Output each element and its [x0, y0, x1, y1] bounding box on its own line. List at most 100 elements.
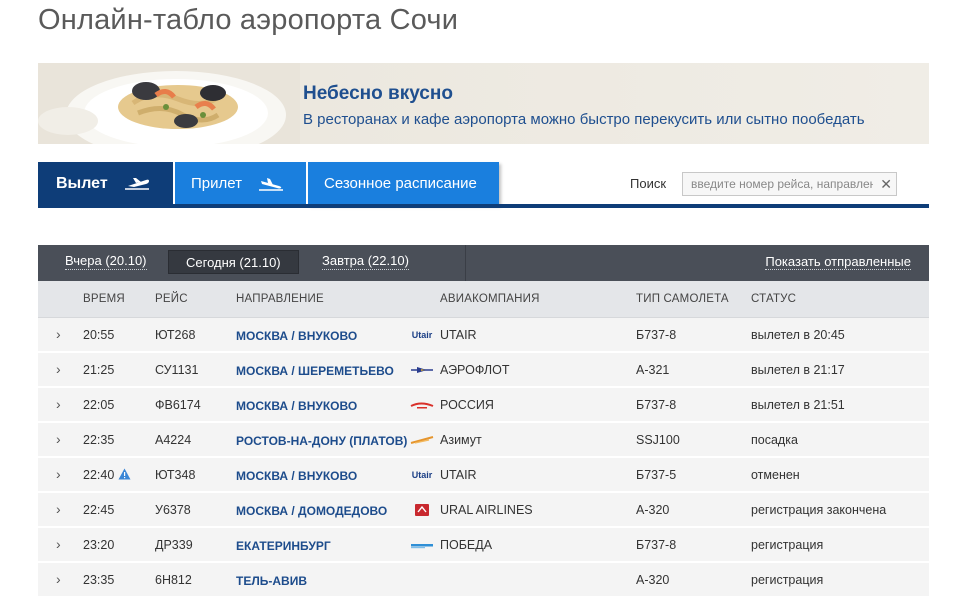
tab-seasonal-schedule[interactable]: Сезонное расписание — [308, 162, 499, 205]
banner-text: В ресторанах и кафе аэропорта можно быст… — [303, 111, 865, 128]
show-departed-link[interactable]: Показать отправленные — [765, 254, 911, 270]
flight-number: СУ1131 — [155, 363, 199, 377]
expand-chevron-icon[interactable]: › — [56, 361, 61, 377]
tab-arrival[interactable]: Прилет — [175, 162, 306, 205]
flight-destination[interactable]: МОСКВА / ДОМОДЕДОВО — [236, 504, 387, 518]
flight-plane-type: Б737-8 — [636, 398, 677, 412]
food-plate-image — [38, 63, 300, 144]
aeroflot-logo-icon — [408, 362, 436, 378]
flight-row[interactable]: › 22:05 ФВ6174 МОСКВА / ВНУКОВО РОССИЯ Б737-8… — [38, 388, 929, 423]
utair-logo-icon: Utair — [408, 327, 436, 343]
warning-icon[interactable] — [118, 468, 131, 483]
day-selector: Вчера (20.10) Сегодня (21.10) Завтра (22… — [38, 245, 929, 281]
flight-destination[interactable]: МОСКВА / ВНУКОВО — [236, 399, 357, 413]
flight-number: А4224 — [155, 433, 192, 447]
expand-chevron-icon[interactable]: › — [56, 326, 61, 342]
flight-status: отменен — [751, 468, 800, 482]
plane-takeoff-icon — [124, 177, 150, 191]
flight-status: вылетел в 20:45 — [751, 328, 845, 342]
flight-time: 21:25 — [83, 363, 115, 377]
flight-number: ЮТ268 — [155, 328, 196, 342]
flight-plane-type: SSJ100 — [636, 433, 680, 447]
column-header-destination: НАПРАВЛЕНИЕ — [236, 293, 324, 305]
column-header-airline: АВИАКОМПАНИЯ — [440, 293, 540, 305]
utair-logo-icon: Utair — [408, 467, 436, 483]
flight-number: ФВ6174 — [155, 398, 201, 412]
flight-plane-type: А-321 — [636, 363, 670, 377]
flight-destination[interactable]: МОСКВА / ВНУКОВО — [236, 329, 357, 343]
flight-row[interactable]: › 21:25 СУ1131 МОСКВА / ШЕРЕМЕТЬЕВО АЭРОФЛОТ… — [38, 353, 929, 388]
flight-airline: АЭРОФЛОТ — [440, 363, 510, 377]
flight-number: У6378 — [155, 503, 191, 517]
flight-number: 6Н812 — [155, 573, 192, 587]
flight-row[interactable]: › 22:35 А4224 РОСТОВ-НА-ДОНУ (ПЛАТОВ) Азимут… — [38, 423, 929, 458]
flight-number: ДР339 — [155, 538, 193, 552]
flight-time: 22:05 — [83, 398, 115, 412]
flight-board: Вчера (20.10) Сегодня (21.10) Завтра (22… — [38, 245, 929, 598]
search-label: Поиск — [630, 176, 667, 191]
expand-chevron-icon[interactable]: › — [56, 501, 61, 517]
flight-destination[interactable]: РОСТОВ-НА-ДОНУ (ПЛАТОВ) — [236, 434, 407, 448]
flight-status: посадка — [751, 433, 798, 447]
flight-time: 22:35 — [83, 433, 115, 447]
page-title: Онлайн-табло аэропорта Сочи — [38, 4, 459, 36]
flight-row[interactable]: › 23:20 ДР339 ЕКАТЕРИНБУРГ ПОБЕДА Б737-8 регис… — [38, 528, 929, 563]
column-header-time: ВРЕМЯ — [83, 293, 125, 305]
flight-plane-type: Б737-8 — [636, 328, 677, 342]
utair-logo-text: Utair — [411, 330, 433, 340]
tab-seasonal-label: Сезонное расписание — [324, 175, 477, 192]
column-header-flight: РЕЙС — [155, 293, 188, 305]
flight-status: вылетел в 21:17 — [751, 363, 845, 377]
search-input[interactable] — [683, 177, 873, 191]
flight-row[interactable]: › 22:40 ЮТ348 МОСКВА / ВНУКОВО Utair UTAIR Б73… — [38, 458, 929, 493]
flight-plane-type: Б737-5 — [636, 468, 677, 482]
clear-icon[interactable]: ✕ — [880, 176, 892, 193]
flight-time: 22:40 — [83, 468, 115, 482]
utair-logo-text: Utair — [411, 470, 433, 480]
flight-destination[interactable]: ЕКАТЕРИНБУРГ — [236, 539, 331, 553]
flight-destination[interactable]: МОСКВА / ШЕРЕМЕТЬЕВО — [236, 364, 394, 378]
flight-time: 22:45 — [83, 503, 115, 517]
day-yesterday[interactable]: Вчера (20.10) — [65, 253, 147, 270]
day-tomorrow[interactable]: Завтра (22.10) — [322, 253, 409, 270]
flight-plane-type: А-320 — [636, 573, 670, 587]
search-box: ✕ — [682, 172, 897, 196]
flight-status: регистрация закончена — [751, 503, 887, 517]
day-today[interactable]: Сегодня (21.10) — [168, 250, 299, 274]
column-header-status: СТАТУС — [751, 293, 797, 305]
flight-destination[interactable]: МОСКВА / ВНУКОВО — [236, 469, 357, 483]
flight-row[interactable]: › 23:35 6Н812 ТЕЛЬ-АВИВ А-320 регистрация — [38, 563, 929, 598]
flight-time: 20:55 — [83, 328, 115, 342]
board-tabs: Вылет Прилет Сезонное расписание Поиск ✕ — [38, 162, 929, 208]
flight-row[interactable]: › 22:45 У6378 МОСКВА / ДОМОДЕДОВО URAL AIRLI… — [38, 493, 929, 528]
rossiya-logo-icon — [408, 397, 436, 413]
flight-airline: РОССИЯ — [440, 398, 494, 412]
flight-destination[interactable]: ТЕЛЬ-АВИВ — [236, 574, 307, 588]
tab-arrival-label: Прилет — [191, 175, 242, 192]
tab-departure[interactable]: Вылет — [38, 162, 173, 205]
column-header-plane-type: ТИП САМОЛЕТА — [636, 293, 729, 305]
banner-title: Небесно вкусно — [303, 83, 453, 104]
flight-time: 23:35 — [83, 573, 115, 587]
ural-airlines-logo-icon — [408, 502, 436, 518]
tabs-underline — [38, 204, 929, 208]
expand-chevron-icon[interactable]: › — [56, 396, 61, 412]
expand-chevron-icon[interactable]: › — [56, 536, 61, 552]
promo-banner[interactable]: Небесно вкусно В ресторанах и кафе аэроп… — [38, 63, 929, 144]
tab-departure-label: Вылет — [56, 174, 108, 192]
expand-chevron-icon[interactable]: › — [56, 466, 61, 482]
table-header: ВРЕМЯ РЕЙС НАПРАВЛЕНИЕ АВИАКОМПАНИЯ ТИП … — [38, 281, 929, 318]
flight-airline: UTAIR — [440, 328, 477, 342]
expand-chevron-icon[interactable]: › — [56, 431, 61, 447]
flight-status: вылетел в 21:51 — [751, 398, 845, 412]
flight-airline: ПОБЕДА — [440, 538, 493, 552]
flight-airline: UTAIR — [440, 468, 477, 482]
flight-status: регистрация — [751, 573, 824, 587]
flight-rows: › 20:55 ЮТ268 МОСКВА / ВНУКОВО Utair UTAIR Б73… — [38, 318, 929, 598]
flight-row[interactable]: › 20:55 ЮТ268 МОСКВА / ВНУКОВО Utair UTAIR Б73… — [38, 318, 929, 353]
flight-time: 23:20 — [83, 538, 115, 552]
flight-plane-type: Б737-8 — [636, 538, 677, 552]
expand-chevron-icon[interactable]: › — [56, 571, 61, 587]
azimut-logo-icon — [408, 432, 436, 448]
flight-number: ЮТ348 — [155, 468, 196, 482]
